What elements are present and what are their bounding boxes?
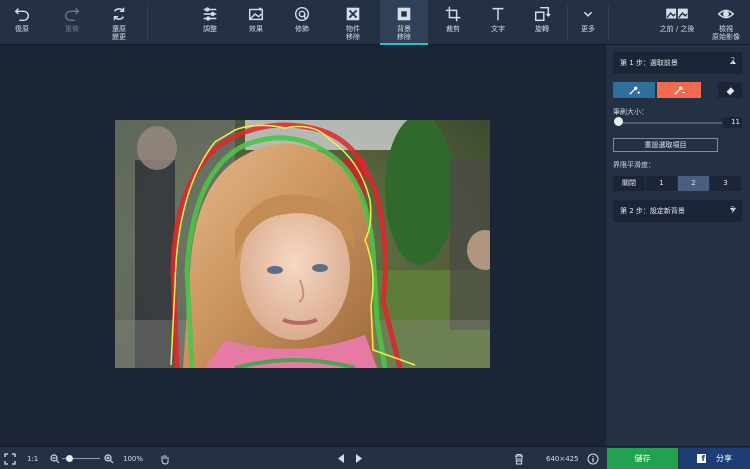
before-after-label: 之前 / 之後 (659, 25, 695, 33)
hand-icon (161, 454, 169, 465)
zoom-in-button[interactable] (104, 447, 114, 469)
background-removal-button[interactable]: 背景 移除 (380, 0, 428, 45)
more-label: 更多 (581, 25, 595, 33)
rotate-label: 旋轉 (535, 25, 549, 33)
undo-icon (14, 8, 30, 22)
undo-button[interactable]: 復原 (0, 0, 44, 45)
rotate-icon (534, 6, 551, 22)
bottom-bar: 1:1 100% 640×425 儲存 f 分享 (0, 446, 750, 469)
effects-icon (248, 7, 264, 21)
eye-icon (717, 9, 735, 19)
object-removal-button[interactable]: 物件 移除 (331, 0, 375, 45)
smoothing-option-off[interactable]: 關閉 (613, 176, 646, 191)
toolbar-divider (608, 6, 609, 39)
smoothing-option-1[interactable]: 1 (646, 176, 678, 191)
fit-screen-icon (4, 452, 16, 465)
step2-header[interactable]: 第 2 步：設定新背景 (613, 200, 742, 222)
reset-selection-button[interactable]: 重設選取項目 (613, 138, 718, 152)
view-original-label: 檢視 原始影像 (712, 25, 740, 41)
eraser-button[interactable] (718, 82, 742, 98)
step2-title: 第 2 步：設定新背景 (620, 207, 685, 215)
previous-image-button[interactable] (337, 447, 345, 469)
zoom-out-button[interactable] (50, 447, 60, 469)
sliders-icon (203, 7, 217, 21)
crop-button[interactable]: 裁剪 (431, 0, 475, 45)
previous-icon (338, 454, 344, 463)
background-removal-panel: 第 1 步：選取前景 ? 筆刷大小： 11 重設選取項目 界限平滑度： 關閉 1… (606, 45, 750, 446)
hand-tool-button[interactable] (159, 447, 171, 469)
undo-label: 復原 (15, 25, 29, 33)
background-removal-icon (397, 7, 411, 21)
brush-size-slider-track[interactable] (618, 122, 722, 124)
refresh-icon (113, 7, 125, 21)
save-button[interactable]: 儲存 (607, 448, 678, 469)
facebook-icon: f (697, 454, 706, 463)
effects-label: 效果 (249, 25, 263, 33)
brush-size-value[interactable]: 11 (723, 117, 742, 128)
edge-smoothing-label: 界限平滑度： (613, 161, 655, 169)
next-image-button[interactable] (355, 447, 363, 469)
step1-header[interactable]: 第 1 步：選取前景 (613, 52, 742, 74)
info-icon (587, 453, 599, 464)
background-removal-label: 背景 移除 (397, 25, 411, 41)
view-original-button[interactable]: 檢視 原始影像 (704, 0, 748, 45)
smoothing-option-2[interactable]: 2 (678, 176, 710, 191)
brush-plus-icon (629, 86, 640, 95)
actual-size-button[interactable]: 1:1 (27, 447, 38, 469)
image-info-button[interactable] (587, 447, 599, 469)
text-button[interactable]: 文字 (476, 0, 520, 45)
rotate-button[interactable]: 旋轉 (520, 0, 564, 45)
zoom-slider-handle[interactable] (66, 455, 73, 462)
text-icon (492, 7, 504, 21)
editing-canvas[interactable]: PK 電腦痞客 (0, 45, 606, 469)
remove-brush-button[interactable] (657, 82, 701, 98)
fit-screen-button[interactable] (4, 447, 16, 469)
crop-icon (445, 6, 461, 22)
text-label: 文字 (491, 25, 505, 33)
object-removal-icon (346, 7, 360, 21)
chevron-down-icon (583, 11, 593, 17)
retouch-button[interactable]: 修飾 (280, 0, 324, 45)
brush-size-label: 筆刷大小： (613, 108, 648, 116)
brush-size-slider-handle[interactable] (614, 117, 623, 126)
retouch-label: 修飾 (295, 25, 309, 33)
trash-icon (515, 453, 523, 464)
restore-changes-label: 還原 變更 (112, 25, 126, 41)
zoom-in-icon (104, 453, 114, 463)
keep-brush-button[interactable] (613, 82, 655, 98)
zoom-level: 100% (123, 454, 144, 463)
delete-button[interactable] (514, 447, 524, 469)
redo-button[interactable]: 重做 (50, 0, 94, 45)
object-removal-label: 物件 移除 (346, 25, 360, 41)
photo-image (115, 120, 490, 368)
restore-changes-button[interactable]: 還原 變更 (97, 0, 141, 45)
smoothing-option-3[interactable]: 3 (710, 176, 742, 191)
redo-icon (64, 8, 80, 22)
brush-minus-icon (674, 86, 685, 95)
share-button[interactable]: f 分享 (679, 448, 750, 469)
eraser-icon (726, 87, 735, 96)
image-dimensions: 640×425 (546, 454, 579, 463)
toolbar: 復原 重做 還原 變更 調整 效果 修飾 物件 移除 背景 移除 裁剪 文字 旋… (0, 0, 750, 45)
effects-button[interactable]: 效果 (234, 0, 278, 45)
help-icon[interactable]: ? (730, 205, 735, 216)
adjust-label: 調整 (203, 25, 217, 33)
crop-label: 裁剪 (446, 25, 460, 33)
photo-girl[interactable] (115, 120, 490, 368)
redo-label: 重做 (65, 25, 79, 33)
toolbar-divider (147, 6, 148, 39)
more-button[interactable]: 更多 (566, 0, 610, 45)
zoom-slider[interactable] (62, 447, 102, 469)
retouch-icon (294, 6, 310, 22)
next-icon (356, 454, 362, 463)
share-label: 分享 (716, 454, 732, 463)
help-icon[interactable]: ? (730, 56, 735, 67)
adjust-button[interactable]: 調整 (188, 0, 232, 45)
before-after-button[interactable]: 之前 / 之後 (650, 0, 704, 45)
step1-title: 第 1 步：選取前景 (620, 59, 678, 67)
before-after-icon (666, 8, 688, 19)
zoom-out-icon (50, 453, 60, 463)
